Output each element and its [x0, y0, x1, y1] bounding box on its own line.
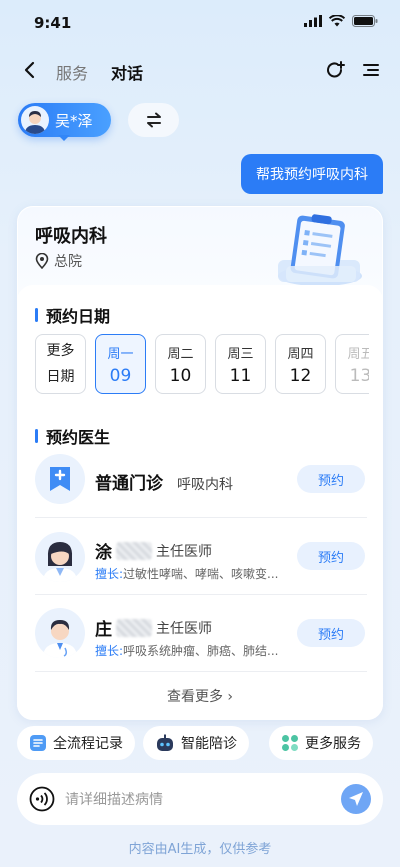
specialty-text: 呼吸系统肿瘤、肺癌、肺结... [123, 644, 279, 658]
avatar [35, 532, 85, 582]
date-day: 09 [109, 365, 132, 386]
records-chip[interactable]: 全流程记录 [17, 726, 135, 760]
new-chat-icon[interactable] [324, 59, 346, 81]
assist-chip[interactable]: 智能陪诊 [143, 726, 249, 760]
date-day: 11 [229, 365, 252, 386]
assist-label: 智能陪诊 [181, 736, 237, 752]
doctor-specialty: 擅长:过敏性哮喘、哮喘、咳嗽变... [95, 565, 279, 582]
signal-icon [304, 15, 322, 27]
back-icon[interactable] [18, 58, 42, 82]
user-message: 帮我预约呼吸内科 [241, 154, 383, 194]
date-weekday: 周五 [347, 346, 369, 362]
status-time: 9:41 [34, 14, 72, 32]
battery-icon [352, 15, 378, 27]
doctor-section-title: 预约医生 [35, 424, 110, 448]
department-title: 呼吸内科 [35, 226, 107, 247]
swap-icon [146, 112, 161, 128]
doctor-surname: 涂 [95, 543, 112, 563]
general-clinic-name: 普通门诊 [95, 474, 163, 494]
robot-icon [157, 734, 173, 751]
menu-icon[interactable] [360, 59, 382, 81]
switch-patient-button[interactable] [128, 103, 179, 137]
location: 总院 [35, 251, 82, 271]
masked-name [116, 541, 152, 560]
records-icon [30, 735, 46, 751]
tab-service[interactable]: 服务 [56, 60, 88, 84]
date-section-label: 预约日期 [46, 307, 111, 326]
date-selector: 更多 日期 周一 09 周二 10 周三 11 周四 12 周五 13 [35, 334, 369, 394]
location-label: 总院 [54, 254, 82, 270]
more-dates-label-2: 日期 [46, 369, 75, 385]
doctor-surname: 庄 [95, 620, 112, 640]
voice-icon[interactable] [29, 786, 55, 812]
specialty-text: 过敏性哮喘、哮喘、咳嗽变... [123, 567, 279, 581]
location-pin-icon [35, 253, 49, 269]
date-option[interactable]: 周五 13 [335, 334, 369, 394]
more-dates-button[interactable]: 更多 日期 [35, 334, 86, 394]
book-doctor-button[interactable]: 预约 [297, 619, 365, 647]
doctor-row: 庄 主任医师 [95, 615, 212, 640]
date-weekday: 周二 [167, 346, 194, 362]
date-section-title: 预约日期 [35, 303, 110, 327]
date-option[interactable]: 周二 10 [155, 334, 206, 394]
send-icon [349, 792, 363, 806]
wifi-icon [329, 15, 345, 27]
date-day: 13 [349, 365, 369, 386]
grid-icon [282, 735, 298, 751]
general-clinic-dept: 呼吸内科 [177, 477, 233, 493]
divider [35, 594, 367, 595]
date-day: 10 [169, 365, 192, 386]
doctor-title: 主任医师 [156, 543, 212, 560]
divider [35, 517, 367, 518]
patient-name: 吴*泽 [55, 111, 93, 130]
status-icons [304, 15, 378, 27]
book-general-button[interactable]: 预约 [297, 465, 365, 493]
chevron-right-icon: › [227, 689, 234, 705]
specialty-label: 擅长: [95, 567, 124, 581]
date-option[interactable]: 周四 12 [275, 334, 326, 394]
book-doctor-button[interactable]: 预约 [297, 542, 365, 570]
patient-selector[interactable]: 吴*泽 [18, 103, 111, 141]
more-dates-label-1: 更多 [46, 343, 75, 359]
avatar [21, 106, 49, 134]
send-button[interactable] [341, 784, 371, 814]
date-weekday: 周三 [227, 346, 254, 362]
date-option[interactable]: 周一 09 [95, 334, 146, 394]
date-option[interactable]: 周三 11 [215, 334, 266, 394]
see-more-label: 查看更多 [166, 689, 223, 705]
doctor-title: 主任医师 [156, 620, 212, 637]
clipboard-illustration-icon [278, 214, 362, 286]
message-input[interactable]: 请详细描述病情 [65, 789, 341, 809]
clinic-icon [35, 454, 85, 504]
masked-name [116, 618, 152, 637]
more-services-chip[interactable]: 更多服务 [269, 726, 373, 760]
specialty-label: 擅长: [95, 644, 124, 658]
ai-disclaimer: 内容由AI生成，仅供参考 [128, 842, 272, 857]
doctor-row: 涂 主任医师 [95, 538, 212, 563]
divider [35, 671, 367, 672]
doctor-specialty: 擅长:呼吸系统肿瘤、肺癌、肺结... [95, 642, 279, 659]
avatar [35, 608, 85, 658]
more-services-label: 更多服务 [305, 736, 361, 752]
tab-chat[interactable]: 对话 [111, 60, 143, 84]
general-clinic-row: 普通门诊 呼吸内科 [95, 469, 233, 494]
date-weekday: 周四 [287, 346, 314, 362]
see-more-link[interactable]: 查看更多 › [0, 686, 400, 706]
date-day: 12 [289, 365, 312, 386]
date-weekday: 周一 [107, 346, 134, 362]
doctor-section-label: 预约医生 [46, 428, 111, 447]
message-input-bar: 请详细描述病情 [17, 773, 383, 825]
records-label: 全流程记录 [53, 736, 123, 752]
